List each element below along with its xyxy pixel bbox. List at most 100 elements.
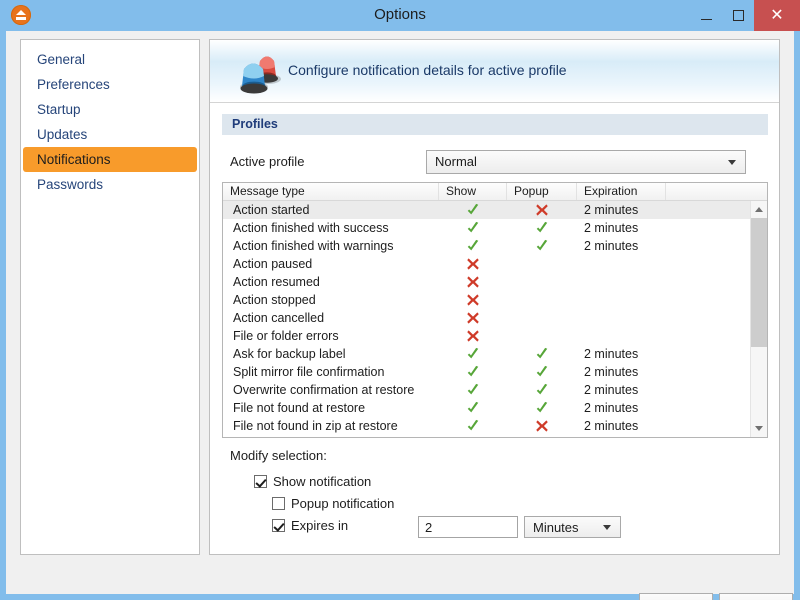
cell-message-type: File not found at restore [223, 399, 439, 417]
minimize-icon [701, 19, 712, 20]
check-icon [466, 203, 480, 217]
settings-panel: Configure notification details for activ… [209, 39, 780, 555]
cell-show [439, 201, 507, 219]
cell-message-type: File not found in zip at restore [223, 417, 439, 435]
cross-icon [466, 257, 480, 271]
sidebar-item-updates[interactable]: Updates [21, 122, 199, 147]
sidebar-item-label: Updates [37, 127, 87, 142]
minimize-button[interactable] [690, 0, 722, 31]
scroll-up-button[interactable] [751, 201, 767, 218]
table-row[interactable]: Overwrite confirmation at restore2 minut… [223, 381, 767, 399]
check-icon [466, 383, 480, 397]
cross-icon [535, 203, 549, 217]
check-icon [466, 347, 480, 361]
cell-message-type: Action cancelled [223, 309, 439, 327]
expires-in-input[interactable]: 2 [418, 516, 518, 538]
ok-button[interactable]: OK [639, 593, 713, 600]
cell-expiration: 2 minutes [577, 417, 666, 435]
window-title: Options [0, 6, 800, 23]
checkbox-checked-icon [254, 475, 267, 488]
sidebar-item-label: General [37, 52, 85, 67]
sidebar-item-notifications[interactable]: Notifications [23, 147, 197, 172]
check-icon [466, 221, 480, 235]
table-row[interactable]: Action finished with success2 minutes [223, 219, 767, 237]
check-icon [466, 401, 480, 415]
cell-expiration: 2 minutes [577, 399, 666, 417]
table-row[interactable]: File not found in zip at restore 2 minute… [223, 417, 767, 435]
check-icon [466, 419, 480, 433]
cross-icon [466, 329, 480, 343]
column-header-expiration[interactable]: Expiration [577, 183, 666, 200]
sidebar-item-general[interactable]: General [21, 47, 199, 72]
cell-message-type: Action paused [223, 255, 439, 273]
scrollbar-thumb[interactable] [751, 218, 767, 347]
active-profile-row: Active profile Normal [222, 150, 768, 174]
sidebar-list: General PreferencesStartup Updates Notifica… [21, 40, 199, 197]
cell-expiration: 2 minutes [577, 345, 666, 363]
cell-popup [507, 219, 577, 237]
expires-in-checkbox[interactable]: Expires in [272, 518, 348, 533]
close-button[interactable]: ✕ [754, 0, 800, 31]
cell-popup [507, 237, 577, 255]
table-row[interactable]: Ask for backup label 2 minutes [223, 345, 767, 363]
table-row[interactable]: Action finished with warnings2 minutes [223, 237, 767, 255]
cell-show [439, 309, 507, 327]
table-row[interactable]: Action stopped [223, 291, 767, 309]
cell-expiration: 2 minutes [577, 201, 666, 219]
show-notification-label: Show notification [273, 474, 371, 489]
window-controls: ✕ [690, 0, 800, 31]
cell-popup [507, 363, 577, 381]
sidebar-item-passwords[interactable]: Passwords [21, 172, 199, 197]
table-row[interactable]: File not found at restore 2 minutes [223, 399, 767, 417]
cell-expiration: 2 minutes [577, 219, 666, 237]
cell-show [439, 273, 507, 291]
expires-in-value: 2 [425, 520, 432, 535]
cell-message-type: Ask for backup label [223, 345, 439, 363]
sidebar-item-preferences[interactable]: Preferences [21, 72, 199, 97]
check-icon [535, 383, 549, 397]
cell-expiration: 2 minutes [577, 237, 666, 255]
column-header-message-type[interactable]: Message type [223, 183, 439, 200]
cell-message-type: Action resumed [223, 273, 439, 291]
sidebar-item-label: Notifications [37, 152, 111, 167]
settings-sidebar: General PreferencesStartup Updates Notifica… [20, 39, 200, 555]
cell-popup [507, 381, 577, 399]
table-row[interactable]: Action cancelled [223, 309, 767, 327]
expires-in-label: Expires in [291, 518, 348, 533]
column-header-show[interactable]: Show [439, 183, 507, 200]
table-row[interactable]: Action started2 minutes [223, 201, 767, 219]
chevron-down-icon [728, 160, 736, 165]
sidebar-item-startup[interactable]: Startup [21, 97, 199, 122]
table-row[interactable]: File or folder errors [223, 327, 767, 345]
check-icon [535, 221, 549, 235]
check-icon [466, 239, 480, 253]
cell-popup [507, 435, 577, 437]
table-row[interactable]: Action resumed [223, 273, 767, 291]
cell-show [439, 399, 507, 417]
show-notification-checkbox[interactable]: Show notification [254, 474, 371, 489]
scroll-down-button[interactable] [751, 420, 767, 437]
check-icon [535, 347, 549, 361]
cell-show [439, 417, 507, 435]
maximize-button[interactable] [722, 0, 754, 31]
table-body[interactable]: Action started2 minutesAction finished w… [223, 201, 767, 437]
title-bar[interactable]: Options ✕ [0, 0, 800, 31]
popup-notification-checkbox[interactable]: Popup notification [272, 496, 394, 511]
active-profile-label: Active profile [230, 154, 304, 169]
table-scrollbar[interactable] [750, 201, 767, 437]
cross-icon [466, 311, 480, 325]
column-header-popup[interactable]: Popup [507, 183, 577, 200]
table-row[interactable]: Split mirror file confirmation2 minutes [223, 363, 767, 381]
cancel-button[interactable]: Cancel [719, 593, 793, 600]
window-frame: Options ✕ General PreferencesStartup Updat… [0, 0, 800, 600]
cell-message-type: Action stopped [223, 291, 439, 309]
checkbox-unchecked-icon [272, 497, 285, 510]
cell-show [439, 219, 507, 237]
popup-notification-label: Popup notification [291, 496, 394, 511]
active-profile-select[interactable]: Normal [426, 150, 746, 174]
column-header-blank[interactable] [666, 183, 751, 200]
table-row[interactable] [223, 435, 767, 437]
table-row[interactable]: Action paused [223, 255, 767, 273]
expires-unit-select[interactable]: Minutes [524, 516, 621, 538]
check-icon [535, 365, 549, 379]
